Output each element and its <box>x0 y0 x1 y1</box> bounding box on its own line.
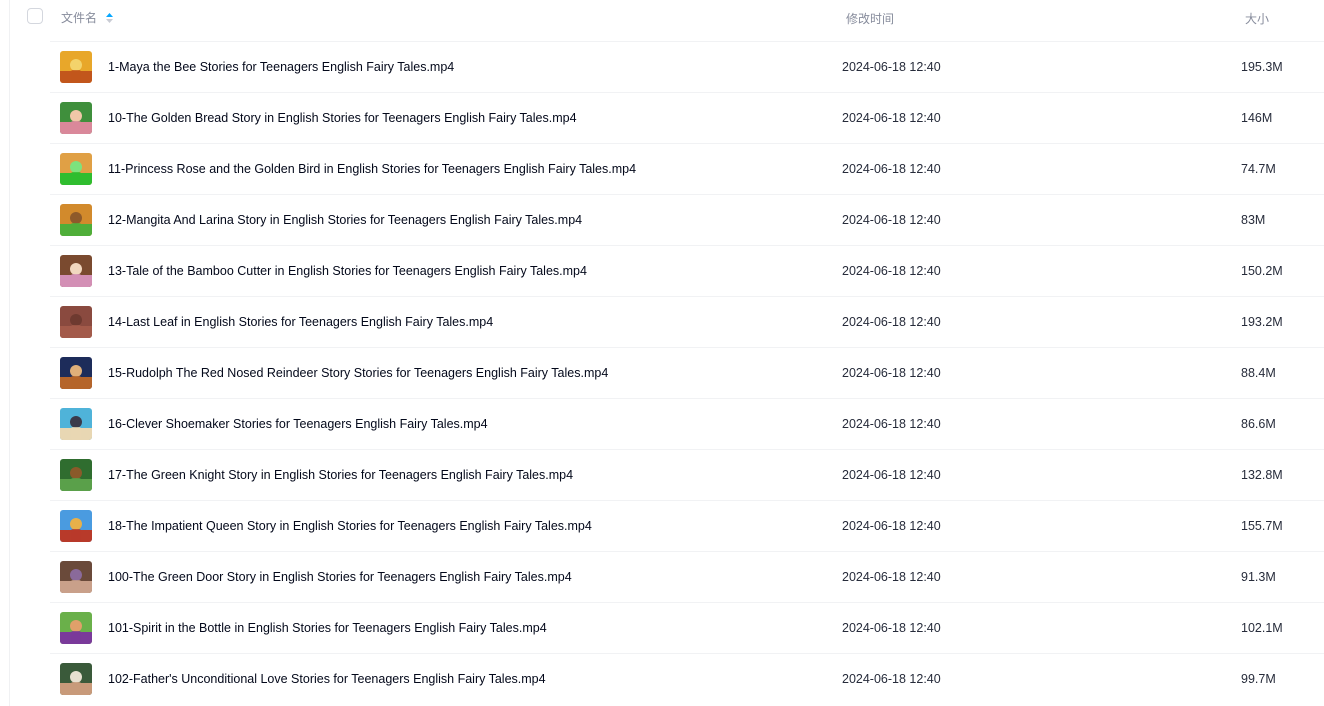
file-name[interactable]: 15-Rudolph The Red Nosed Reindeer Story … <box>108 366 608 380</box>
file-row[interactable]: 15-Rudolph The Red Nosed Reindeer Story … <box>50 347 1324 398</box>
file-row[interactable]: 17-The Green Knight Story in English Sto… <box>50 449 1324 500</box>
file-name[interactable]: 1-Maya the Bee Stories for Teenagers Eng… <box>108 60 454 74</box>
file-name[interactable]: 14-Last Leaf in English Stories for Teen… <box>108 315 493 329</box>
file-row[interactable]: 10-The Golden Bread Story in English Sto… <box>50 92 1324 143</box>
file-name[interactable]: 16-Clever Shoemaker Stories for Teenager… <box>108 417 488 431</box>
video-thumbnail-icon[interactable] <box>60 255 92 287</box>
file-name[interactable]: 17-The Green Knight Story in English Sto… <box>108 468 573 482</box>
file-modified-time: 2024-06-18 12:40 <box>842 213 941 227</box>
video-thumbnail-icon[interactable] <box>60 306 92 338</box>
file-row[interactable]: 1-Maya the Bee Stories for Teenagers Eng… <box>50 41 1324 92</box>
file-name[interactable]: 13-Tale of the Bamboo Cutter in English … <box>108 264 587 278</box>
file-row[interactable]: 11-Princess Rose and the Golden Bird in … <box>50 143 1324 194</box>
video-thumbnail-icon[interactable] <box>60 357 92 389</box>
video-thumbnail-icon[interactable] <box>60 102 92 134</box>
file-size: 83M <box>1241 213 1266 227</box>
file-row[interactable]: 18-The Impatient Queen Story in English … <box>50 500 1324 551</box>
file-list-panel: 文件名 修改时间 大小 1-Maya the Bee Stories for T… <box>9 0 1324 706</box>
file-size: 88.4M <box>1241 366 1276 380</box>
column-header-size[interactable]: 大小 <box>1245 10 1269 27</box>
file-row[interactable]: 12-Mangita And Larina Story in English S… <box>50 194 1324 245</box>
video-thumbnail-icon[interactable] <box>60 510 92 542</box>
file-size: 132.8M <box>1241 468 1283 482</box>
file-row[interactable]: 13-Tale of the Bamboo Cutter in English … <box>50 245 1324 296</box>
file-name[interactable]: 10-The Golden Bread Story in English Sto… <box>108 111 577 125</box>
file-size: 150.2M <box>1241 264 1283 278</box>
video-thumbnail-icon[interactable] <box>60 153 92 185</box>
file-size: 86.6M <box>1241 417 1276 431</box>
file-name[interactable]: 12-Mangita And Larina Story in English S… <box>108 213 582 227</box>
file-row[interactable]: 102-Father's Unconditional Love Stories … <box>50 653 1324 704</box>
file-modified-time: 2024-06-18 12:40 <box>842 366 941 380</box>
column-header-name-label: 文件名 <box>61 11 98 25</box>
file-size: 74.7M <box>1241 162 1276 176</box>
video-thumbnail-icon[interactable] <box>60 612 92 644</box>
file-row[interactable]: 100-The Green Door Story in English Stor… <box>50 551 1324 602</box>
file-modified-time: 2024-06-18 12:40 <box>842 672 941 686</box>
file-modified-time: 2024-06-18 12:40 <box>842 519 941 533</box>
file-size: 146M <box>1241 111 1273 125</box>
file-row[interactable]: 16-Clever Shoemaker Stories for Teenager… <box>50 398 1324 449</box>
file-modified-time: 2024-06-18 12:40 <box>842 162 941 176</box>
file-modified-time: 2024-06-18 12:40 <box>842 315 941 329</box>
video-thumbnail-icon[interactable] <box>60 204 92 236</box>
file-modified-time: 2024-06-18 12:40 <box>842 264 941 278</box>
file-name[interactable]: 102-Father's Unconditional Love Stories … <box>108 672 546 686</box>
video-thumbnail-icon[interactable] <box>60 663 92 695</box>
file-modified-time: 2024-06-18 12:40 <box>842 60 941 74</box>
file-modified-time: 2024-06-18 12:40 <box>842 468 941 482</box>
file-modified-time: 2024-06-18 12:40 <box>842 570 941 584</box>
file-name[interactable]: 101-Spirit in the Bottle in English Stor… <box>108 621 547 635</box>
column-header-time[interactable]: 修改时间 <box>846 10 894 27</box>
video-thumbnail-icon[interactable] <box>60 51 92 83</box>
file-size: 195.3M <box>1241 60 1283 74</box>
file-name[interactable]: 11-Princess Rose and the Golden Bird in … <box>108 162 636 176</box>
select-all-checkbox[interactable] <box>27 8 43 24</box>
video-thumbnail-icon[interactable] <box>60 408 92 440</box>
file-size: 193.2M <box>1241 315 1283 329</box>
file-size: 91.3M <box>1241 570 1276 584</box>
file-rows: 1-Maya the Bee Stories for Teenagers Eng… <box>50 41 1324 704</box>
file-size: 155.7M <box>1241 519 1283 533</box>
sort-ascending-icon[interactable] <box>105 12 114 24</box>
file-size: 99.7M <box>1241 672 1276 686</box>
column-header-name[interactable]: 文件名 <box>61 9 114 26</box>
file-name[interactable]: 18-The Impatient Queen Story in English … <box>108 519 592 533</box>
file-modified-time: 2024-06-18 12:40 <box>842 417 941 431</box>
video-thumbnail-icon[interactable] <box>60 459 92 491</box>
list-header: 文件名 修改时间 大小 <box>10 0 1324 33</box>
file-row[interactable]: 101-Spirit in the Bottle in English Stor… <box>50 602 1324 653</box>
file-modified-time: 2024-06-18 12:40 <box>842 111 941 125</box>
file-name[interactable]: 100-The Green Door Story in English Stor… <box>108 570 572 584</box>
file-row[interactable]: 14-Last Leaf in English Stories for Teen… <box>50 296 1324 347</box>
file-size: 102.1M <box>1241 621 1283 635</box>
file-modified-time: 2024-06-18 12:40 <box>842 621 941 635</box>
video-thumbnail-icon[interactable] <box>60 561 92 593</box>
